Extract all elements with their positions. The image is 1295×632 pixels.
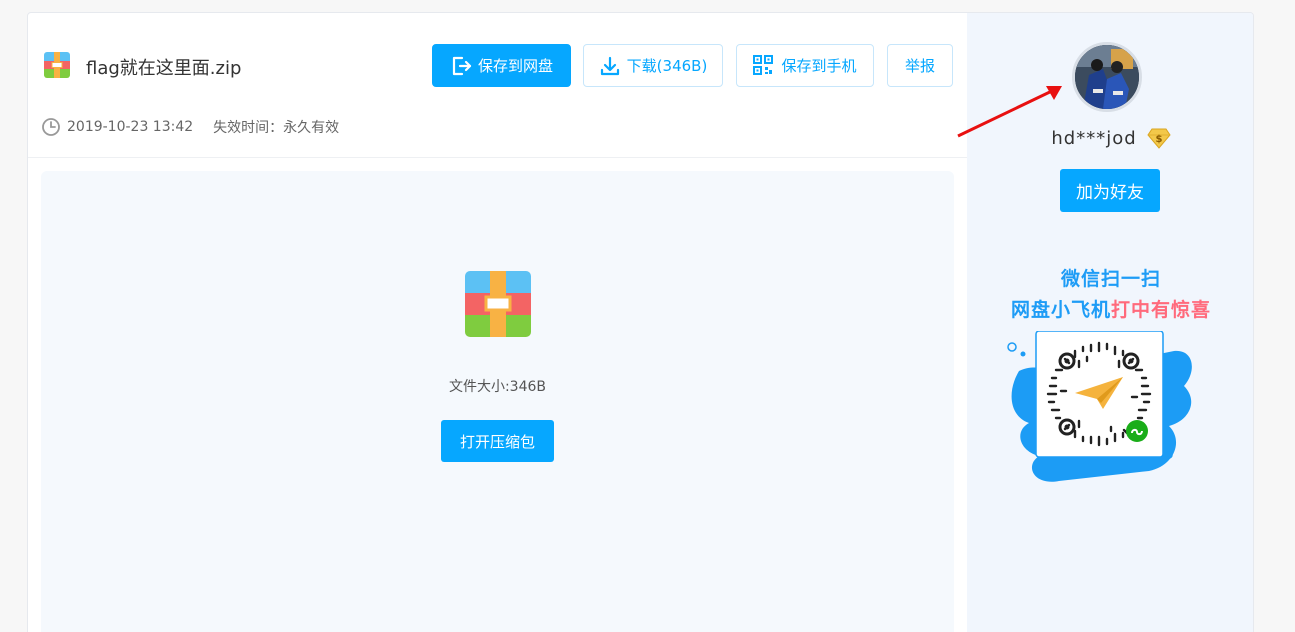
zip-file-icon [465, 271, 531, 337]
save-to-phone-button[interactable]: 保存到手机 [736, 44, 874, 87]
add-friend-button[interactable]: 加为好友 [1060, 169, 1160, 212]
clock-icon [41, 117, 61, 137]
qr-code-icon [753, 54, 775, 77]
promo-line-2: 网盘小飞机打中有惊喜 [967, 295, 1253, 322]
save-to-phone-label: 保存到手机 [781, 57, 857, 75]
expire-time: 失效时间：永久有效 [213, 120, 340, 136]
report-button[interactable]: 举报 [887, 44, 953, 87]
qr-code-image [999, 330, 1199, 491]
promo-line-2-b: 打中有惊喜 [1111, 299, 1212, 321]
open-archive-button[interactable]: 打开压缩包 [441, 420, 554, 462]
download-label: 下载(346B) [626, 57, 708, 75]
promo-line-2-a: 网盘小飞机 [1010, 299, 1111, 321]
annotation-arrow [957, 86, 1062, 138]
file-size: 文件大小:346B [448, 379, 547, 395]
upload-date: 2019-10-23 13:42 [67, 119, 194, 135]
file-preview-area: 文件大小:346B 打开压缩包 [41, 171, 954, 632]
file-main-panel: flag就在这里面.zip 保存到网盘 下载(346B) 保存到手机 举报 20… [28, 13, 967, 632]
download-button[interactable]: 下载(346B) [583, 44, 723, 87]
avatar[interactable] [1072, 42, 1142, 112]
zip-file-icon [44, 52, 70, 78]
save-to-disk-label: 保存到网盘 [477, 57, 553, 75]
report-label: 举报 [904, 57, 935, 75]
file-meta: 2019-10-23 13:42 失效时间：永久有效 [41, 117, 339, 137]
download-icon [599, 55, 621, 77]
promo-line-1: 微信扫一扫 [1060, 268, 1161, 290]
save-to-disk-button[interactable]: 保存到网盘 [432, 44, 571, 87]
vip-diamond-icon: $ [1147, 127, 1171, 149]
header-divider [28, 157, 967, 158]
svg-text:$: $ [1155, 134, 1162, 145]
save-to-disk-icon [450, 55, 472, 77]
file-name: flag就在这里面.zip [86, 58, 242, 79]
